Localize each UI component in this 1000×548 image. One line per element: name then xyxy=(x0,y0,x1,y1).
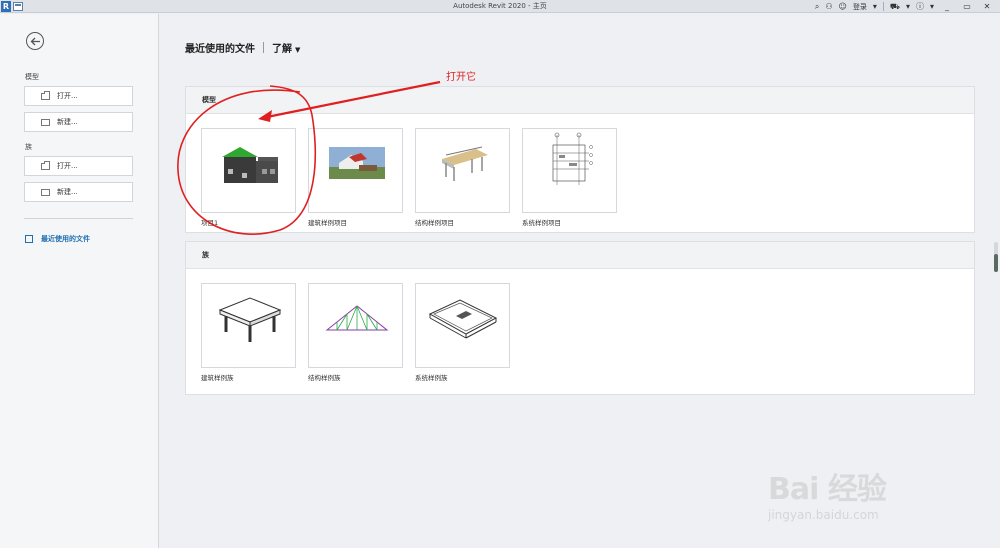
cart-icon[interactable]: ⛟ xyxy=(890,0,900,13)
recent-files-label: 最近使用的文件 xyxy=(41,235,90,243)
close-button[interactable]: ✕ xyxy=(980,0,994,13)
family-new-label: 新建... xyxy=(57,188,78,196)
model-open-label: 打开... xyxy=(57,92,78,100)
house-thumbnail-image xyxy=(222,147,278,183)
systems-thumbnail xyxy=(522,128,617,213)
model-tile[interactable]: 建筑样例项目 xyxy=(308,128,403,227)
learn-menu[interactable]: 了解 ▼ xyxy=(272,40,300,55)
model-new-button[interactable]: 新建... xyxy=(24,112,133,132)
sidebar: 模型 打开... 新建... 族 打开... 新建... 最近使用的文件 xyxy=(0,14,159,548)
family-tile[interactable]: 系统样例族 xyxy=(415,283,510,382)
house-thumbnail xyxy=(201,128,296,213)
families-section: 族 建筑样例族 结构样例族 系统样例族 xyxy=(185,241,975,395)
watermark-sub-text: jingyan.baidu.com xyxy=(768,508,879,522)
arrow-left-icon xyxy=(30,37,40,46)
chevron-down-icon[interactable]: ▾ xyxy=(906,0,910,13)
sidebar-heading-family: 族 xyxy=(25,143,32,151)
title-bar: R Autodesk Revit 2020 - 主页 ⌕ ⚇ ☺ 登录 ▾ ⛟ … xyxy=(0,0,1000,13)
model-tile-caption: 项目1 xyxy=(201,219,219,227)
model-tile[interactable]: 结构样例项目 xyxy=(415,128,510,227)
back-button[interactable] xyxy=(26,32,44,50)
table-thumbnail-image xyxy=(218,297,282,342)
main-header: 最近使用的文件 了解 ▼ xyxy=(185,40,300,55)
models-section: 模型 项目1 建筑样例项目 结构样例项目 系统样例项目 xyxy=(185,86,975,233)
model-tile-caption: 建筑样例项目 xyxy=(308,219,347,227)
chevron-down-icon[interactable]: ▾ xyxy=(873,0,877,13)
model-new-label: 新建... xyxy=(57,118,78,126)
titlebar-tools: ⌕ ⚇ ☺ 登录 ▾ ⛟ ▾ ⓘ ▾ _ ▭ ✕ xyxy=(815,0,1000,13)
family-tile[interactable]: 结构样例族 xyxy=(308,283,403,382)
separator xyxy=(882,2,884,11)
binoculars-icon[interactable]: ⚇ xyxy=(825,0,832,13)
sidebar-divider xyxy=(24,218,133,219)
family-new-button[interactable]: 新建... xyxy=(24,182,133,202)
family-tile-caption: 建筑样例族 xyxy=(201,374,234,382)
watermark-main-text: Bai 经验 xyxy=(768,472,887,507)
model-open-button[interactable]: 打开... xyxy=(24,86,133,106)
page-title: 最近使用的文件 xyxy=(185,44,255,55)
structure-thumbnail-image xyxy=(442,146,488,181)
learn-menu-label: 了解 xyxy=(272,44,292,55)
family-tile-caption: 系统样例族 xyxy=(415,374,448,382)
truss-thumbnail-image xyxy=(325,305,389,331)
chevron-down-icon[interactable]: ▾ xyxy=(930,0,934,13)
family-tile-caption: 结构样例族 xyxy=(308,374,341,382)
model-tile[interactable]: 项目1 xyxy=(201,128,296,227)
sidebar-item-recent-files[interactable]: 最近使用的文件 xyxy=(25,234,90,244)
models-tiles: 项目1 建筑样例项目 结构样例项目 系统样例项目 xyxy=(186,114,974,227)
architecture-thumbnail-image xyxy=(329,147,385,179)
search-icon[interactable]: ⌕ xyxy=(815,0,819,13)
truss-thumbnail xyxy=(308,283,403,368)
systems-thumbnail-image xyxy=(552,132,593,185)
help-icon[interactable]: ⓘ xyxy=(916,0,924,13)
families-heading: 族 xyxy=(186,242,974,269)
folder-open-icon xyxy=(41,90,50,100)
sidebar-heading-model: 模型 xyxy=(25,73,39,81)
scroll-indicator[interactable] xyxy=(994,242,998,272)
family-tile[interactable]: 建筑样例族 xyxy=(201,283,296,382)
minimize-button[interactable]: _ xyxy=(940,0,954,13)
families-tiles: 建筑样例族 结构样例族 系统样例族 xyxy=(186,269,974,382)
architecture-thumbnail xyxy=(308,128,403,213)
baidu-watermark: Bai 经验 jingyan.baidu.com xyxy=(768,440,948,530)
tray-thumbnail xyxy=(415,283,510,368)
new-file-icon xyxy=(41,188,50,196)
recent-files-icon xyxy=(25,235,33,243)
family-open-label: 打开... xyxy=(57,162,78,170)
annotation-text: 打开它 xyxy=(446,72,476,83)
model-tile-caption: 结构样例项目 xyxy=(415,219,454,227)
chevron-down-icon: ▼ xyxy=(295,46,301,54)
model-tile[interactable]: 系统样例项目 xyxy=(522,128,617,227)
header-separator xyxy=(263,42,264,53)
model-tile-caption: 系统样例项目 xyxy=(522,219,561,227)
user-icon[interactable]: ☺ xyxy=(839,0,847,13)
folder-open-icon xyxy=(41,160,50,170)
restore-button[interactable]: ▭ xyxy=(960,0,974,13)
new-file-icon xyxy=(41,118,50,126)
models-heading: 模型 xyxy=(186,87,974,114)
family-open-button[interactable]: 打开... xyxy=(24,156,133,176)
table-thumbnail xyxy=(201,283,296,368)
structure-thumbnail xyxy=(415,128,510,213)
signin-link[interactable]: 登录 xyxy=(853,2,867,12)
tray-thumbnail-image xyxy=(428,299,498,339)
